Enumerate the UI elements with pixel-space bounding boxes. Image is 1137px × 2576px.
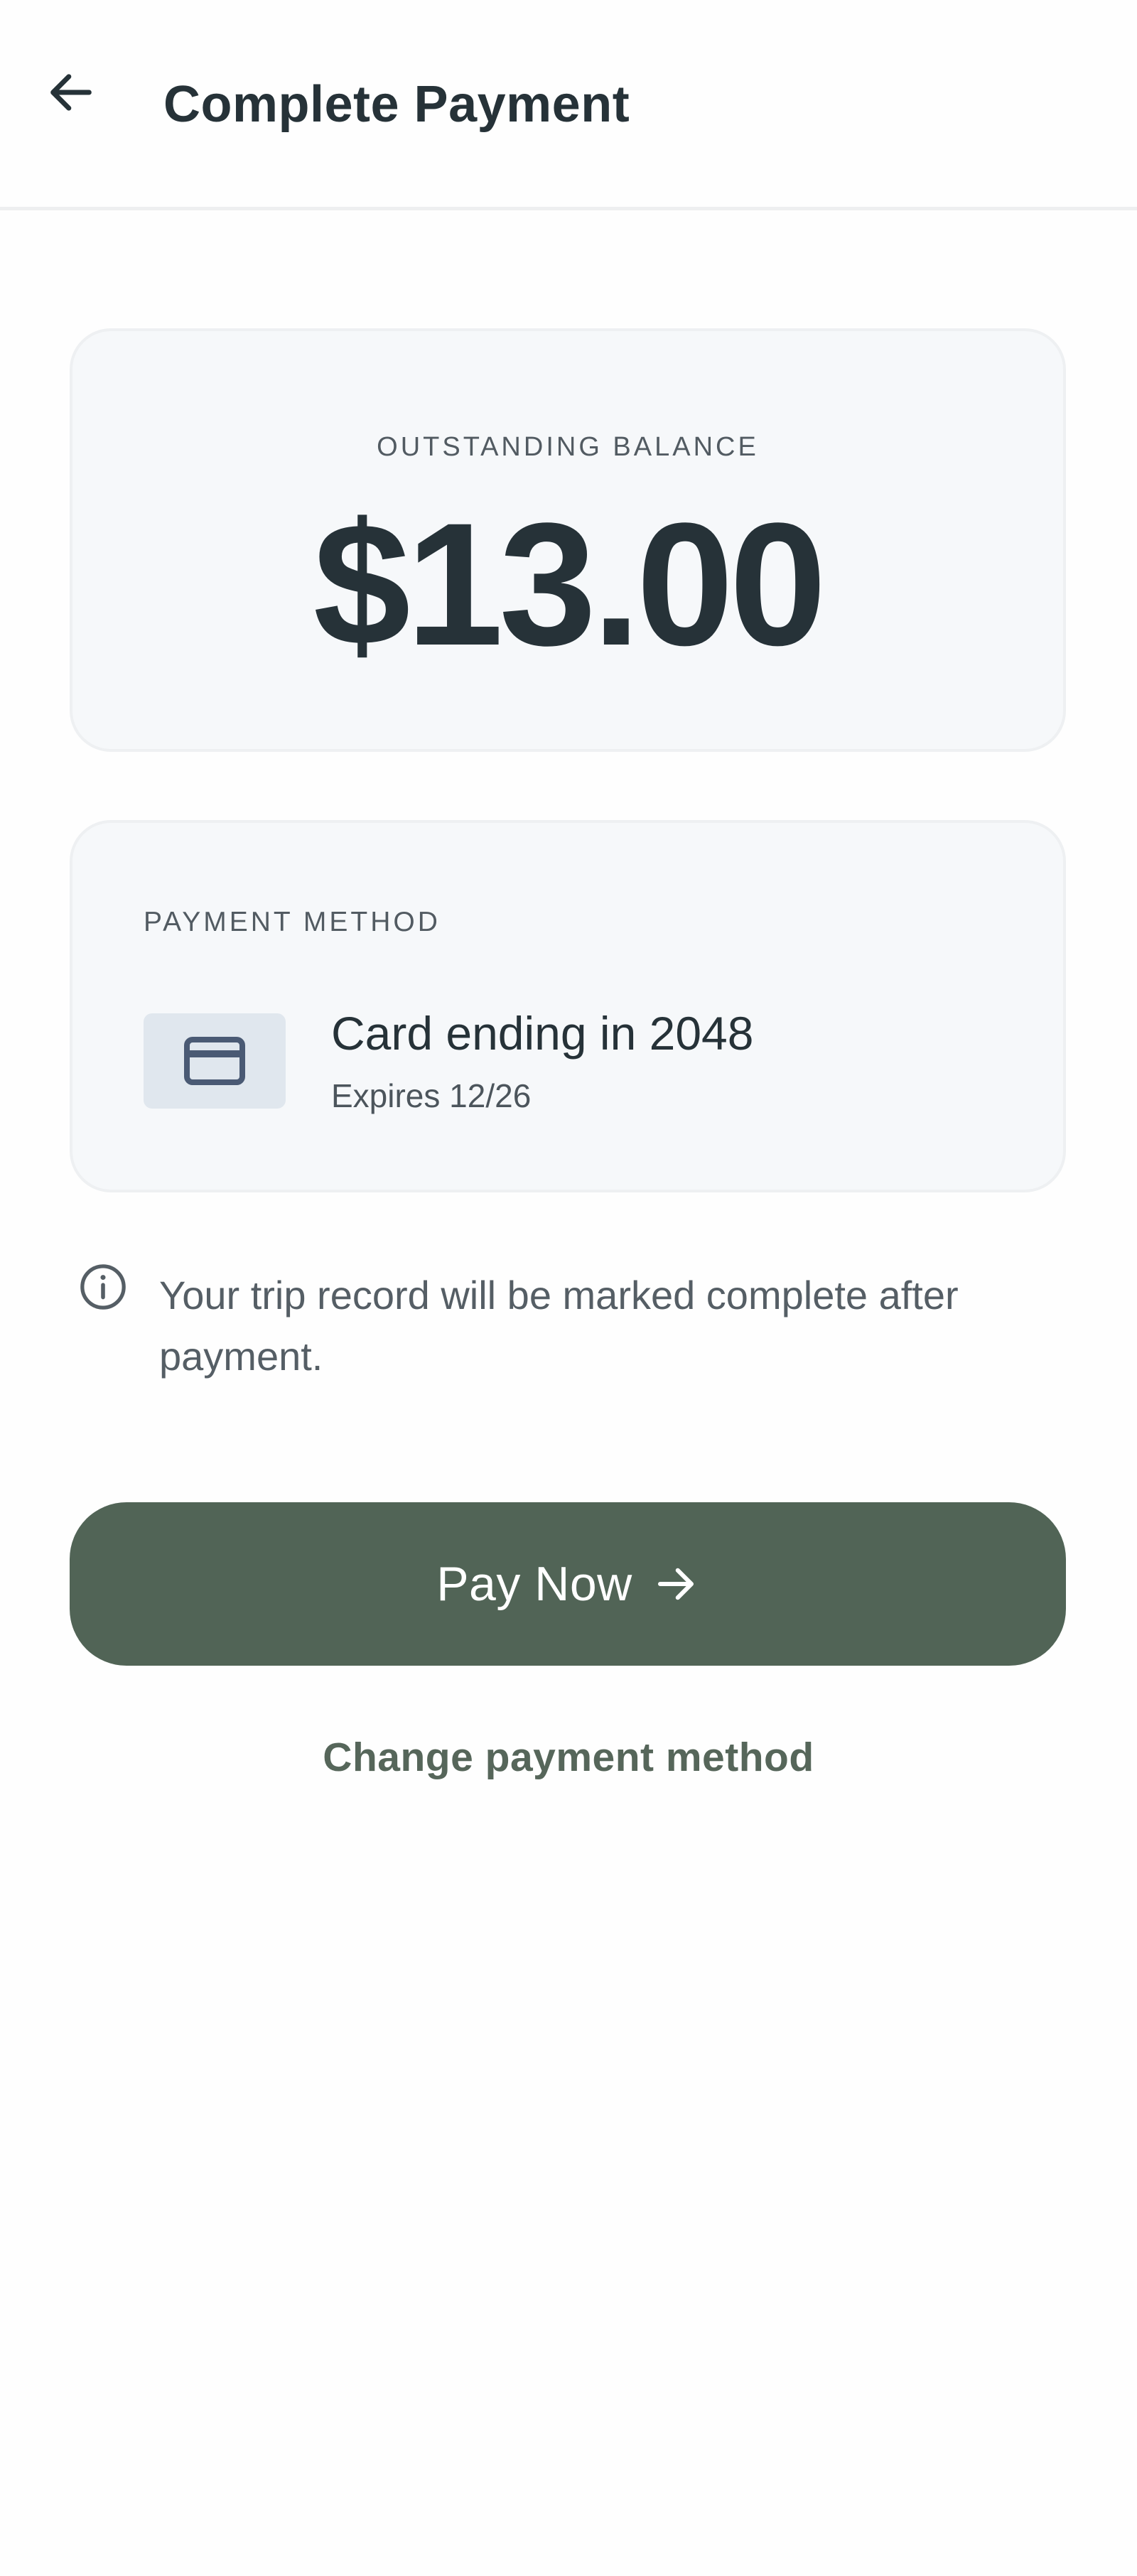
payment-screen: Complete Payment OUTSTANDING BALANCE $13… <box>0 0 1137 2576</box>
pay-now-button[interactable]: Pay Now <box>70 1502 1066 1666</box>
card-expiry: Expires 12/26 <box>331 1077 532 1114</box>
page-title: Complete Payment <box>163 76 630 133</box>
payment-method-card: PAYMENT METHOD Card ending in 2048 Expir… <box>70 820 1066 1192</box>
balance-label: OUTSTANDING BALANCE <box>377 432 759 462</box>
card-name: Card ending in 2048 <box>331 1007 754 1060</box>
change-payment-method-link[interactable]: Change payment method <box>0 1734 1137 1781</box>
info-note: Your trip record will be marked complete… <box>159 1273 959 1379</box>
app-header: Complete Payment <box>0 0 1137 210</box>
credit-card-icon <box>184 1037 245 1085</box>
balance-card: OUTSTANDING BALANCE $13.00 <box>70 328 1066 752</box>
card-icon-container <box>144 1013 286 1109</box>
back-button[interactable] <box>28 50 114 135</box>
arrow-right-icon <box>652 1561 699 1607</box>
info-icon <box>80 1264 126 1310</box>
pay-now-label: Pay Now <box>436 1557 632 1611</box>
arrow-left-icon <box>50 74 92 111</box>
balance-amount: $13.00 <box>313 487 826 682</box>
payment-method-label: PAYMENT METHOD <box>144 907 441 937</box>
